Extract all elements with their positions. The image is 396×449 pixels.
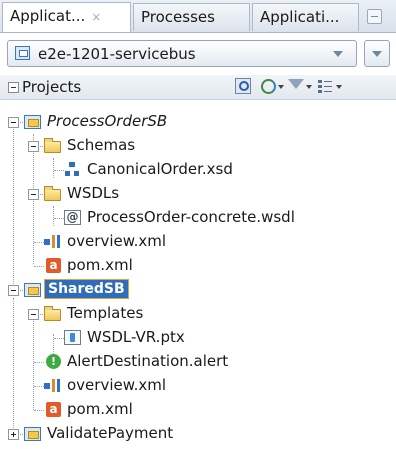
tree-item-label: AlertDestination.alert (67, 352, 229, 370)
projects-title: Projects (22, 78, 82, 96)
application-selector[interactable]: e2e-1201-servicebus (7, 40, 357, 67)
projects-panel-header: Projects (0, 75, 396, 100)
overview-icon (44, 234, 61, 249)
folder-icon (44, 186, 61, 201)
folder-icon (44, 306, 61, 321)
tree-item-label: overview.xml (67, 376, 167, 394)
overview-icon (44, 378, 61, 393)
tree-item-label: Schemas (67, 136, 136, 154)
close-icon[interactable]: × (91, 10, 101, 24)
application-icon (15, 46, 30, 60)
wsdl-icon: @ (64, 210, 81, 225)
tab-processes-label: Processes (141, 8, 215, 26)
application-selector-value: e2e-1201-servicebus (38, 45, 196, 63)
filter-dropdown-icon[interactable] (306, 85, 312, 89)
project-icon (24, 115, 41, 129)
tree-item-process-order-wsdl[interactable]: @ ProcessOrder-concrete.wsdl (0, 206, 396, 230)
tree-item-label: ProcessOrderSB (47, 112, 168, 130)
tree-item-overview-2[interactable]: overview.xml (0, 374, 396, 398)
tree-item-pom-2[interactable]: a pom.xml (0, 398, 396, 422)
tree-item-label: pom.xml (67, 256, 133, 274)
tab-applications[interactable]: Applicat... × (2, 2, 131, 32)
maven-pom-icon: a (46, 402, 61, 417)
search-icon[interactable] (235, 78, 251, 94)
tree-item-label-selected: SharedSB (44, 279, 129, 299)
filter-icon[interactable] (288, 79, 304, 89)
tree-item-label: overview.xml (67, 232, 167, 250)
tree-item-label: WSDL-VR.ptx (87, 328, 185, 346)
project-icon (24, 283, 41, 297)
tab-applications-2[interactable]: Applicati... (252, 3, 359, 31)
folder-icon (44, 138, 61, 153)
tree-item-canonical-order[interactable]: CanonicalOrder.xsd (0, 158, 396, 182)
tab-applications-2-label: Applicati... (260, 8, 340, 26)
minimize-icon[interactable] (367, 9, 382, 24)
tree-item-alert-destination[interactable]: ! AlertDestination.alert (0, 350, 396, 374)
tree-item-label: pom.xml (67, 400, 133, 418)
tree-item-pom-1[interactable]: a pom.xml (0, 254, 396, 278)
tree-item-label: ValidatePayment (47, 424, 174, 442)
collapse-panel-icon[interactable] (8, 82, 19, 93)
sync-icon[interactable] (260, 78, 276, 94)
alert-icon: ! (46, 354, 61, 369)
tree-item-schemas[interactable]: Schemas (0, 134, 396, 158)
tab-applications-label: Applicat... (10, 7, 86, 25)
chevron-down-icon (333, 51, 343, 57)
xsd-schema-icon (64, 162, 81, 177)
tree-item-label: ProcessOrder-concrete.wsdl (87, 208, 295, 226)
tree-item-overview-1[interactable]: overview.xml (0, 230, 396, 254)
tree-item-validate-payment[interactable]: ValidatePayment (0, 422, 396, 446)
project-icon (24, 427, 41, 441)
tab-processes[interactable]: Processes (133, 3, 250, 31)
tree-item-label: CanonicalOrder.xsd (87, 160, 233, 178)
tree-item-label: WSDLs (67, 184, 120, 202)
tree-item-wsdl-vr[interactable]: WSDL-VR.ptx (0, 326, 396, 350)
tree-item-wsdls[interactable]: WSDLs (0, 182, 396, 206)
tree-item-shared-sb[interactable]: SharedSB (0, 278, 396, 302)
view-options-icon[interactable] (318, 79, 332, 93)
tree-item-templates[interactable]: Templates (0, 302, 396, 326)
tree-item-process-order-sb[interactable]: ProcessOrderSB (0, 110, 396, 134)
tab-strip: Applicat... × Processes Applicati... (0, 0, 396, 33)
tree-item-label: Templates (67, 304, 144, 322)
sync-dropdown-icon[interactable] (278, 85, 284, 89)
view-options-dropdown-icon[interactable] (336, 85, 342, 89)
application-menu-button[interactable] (364, 40, 390, 67)
maven-pom-icon: a (46, 258, 61, 273)
pipeline-template-icon (64, 330, 81, 345)
